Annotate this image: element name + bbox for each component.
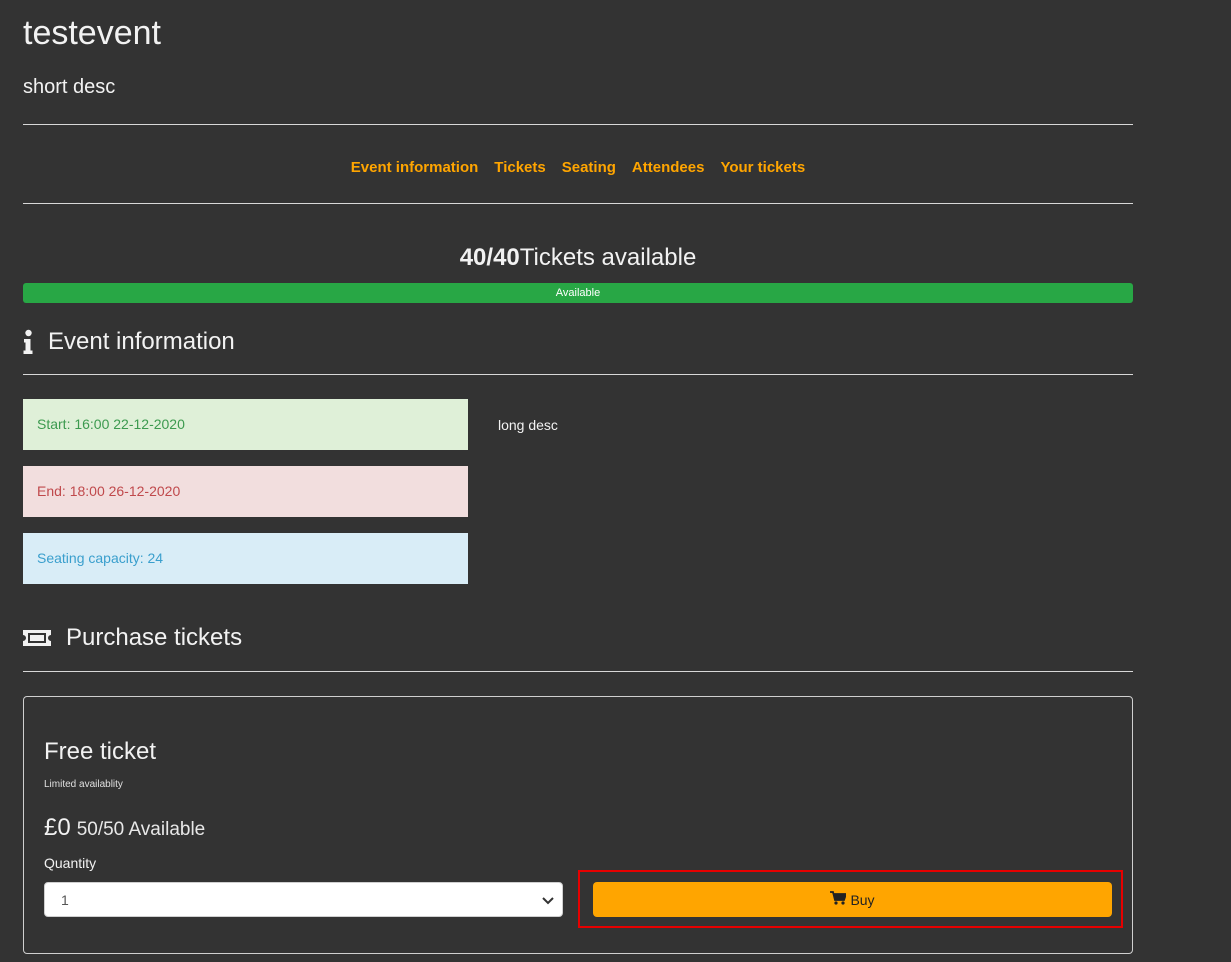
buy-button[interactable]: Buy [593,882,1112,917]
event-start-alert: Start: 16:00 22-12-2020 [23,399,468,450]
info-icon [23,329,33,355]
ticket-name: Free ticket [44,738,157,765]
quantity-select-value: 1 [61,891,69,908]
ticket-icon [23,628,51,648]
divider [23,124,1133,125]
event-title: testevent [23,14,161,52]
seating-capacity-alert: Seating capacity: 24 [23,533,468,584]
event-information-heading: Event information [23,326,235,358]
nav-your-tickets[interactable]: Your tickets [720,156,805,180]
ticket-availability: 50/50 Available [76,819,206,840]
quantity-select[interactable]: 1 [44,882,563,917]
nav-attendees[interactable]: Attendees [632,156,705,180]
nav-seating[interactable]: Seating [562,156,616,180]
divider [23,203,1133,204]
divider [23,671,1133,672]
ticket-price: £0 [44,814,71,841]
tickets-available-summary: 40/40Tickets available [23,242,1133,274]
nav-event-information[interactable]: Event information [351,156,479,180]
event-short-description: short desc [23,76,116,98]
event-information-heading-label: Event information [48,328,235,355]
buy-button-label: Buy [850,891,875,908]
nav-tickets[interactable]: Tickets [494,156,545,180]
event-end-alert: End: 18:00 26-12-2020 [23,466,468,517]
shopping-cart-icon [830,891,848,908]
event-page: testevent short desc Event information T… [0,0,1231,962]
purchase-tickets-heading-label: Purchase tickets [66,624,243,651]
event-long-description: long desc [498,417,558,433]
tickets-available-count: 40/40 [459,244,520,271]
ticket-availability-note: Limited availablity [44,779,123,790]
tickets-available-label: Tickets available [519,244,697,271]
ticket-price-row: £0 50/50 Available [44,812,205,846]
chevron-down-icon [542,892,554,908]
purchase-tickets-heading: Purchase tickets [23,622,242,654]
event-nav: Event information Tickets Seating Attend… [23,156,1133,180]
divider [23,374,1133,375]
availability-progress-fill: Available [23,283,1133,303]
quantity-label: Quantity [44,855,97,871]
availability-progress-bar: Available [23,283,1133,303]
